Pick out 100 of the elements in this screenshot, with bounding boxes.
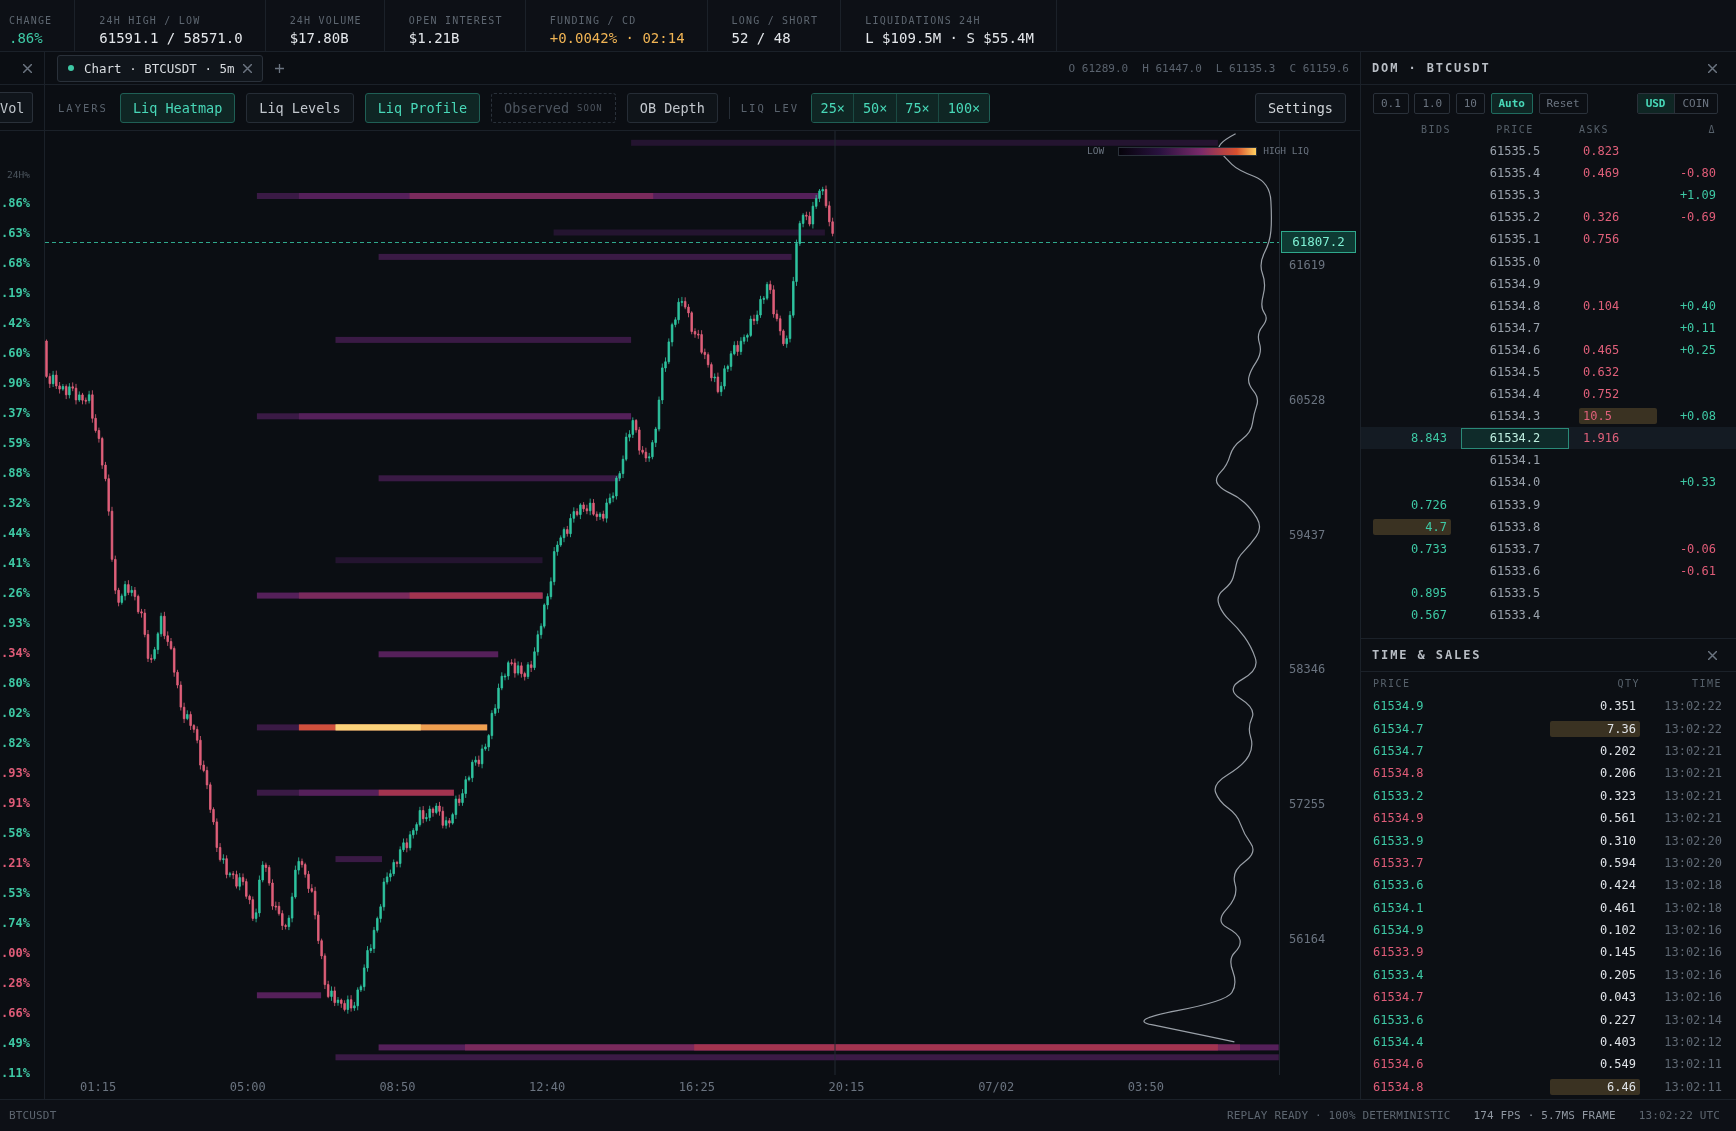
price-level[interactable]: 61533.9 [1489,496,1541,513]
trade-price: 61534.6 [1373,1056,1424,1073]
close-icon[interactable] [242,63,252,73]
change-axis-label: .90% [1,375,30,391]
price-level[interactable]: 61534.0 [1489,474,1541,491]
ask-size: 0.326 [1582,209,1620,226]
price-level[interactable]: 61535.4 [1489,165,1541,182]
delta-value: -0.61 [1679,562,1716,579]
stat-label: OPEN INTEREST [408,14,503,27]
time-axis-label: 01:15 [80,1079,117,1095]
price-level[interactable]: 61534.5 [1489,364,1541,380]
ask-size: 1.916 [1582,430,1620,447]
tick-size-button[interactable]: 10 [1455,93,1485,114]
change-axis-label: .63% [1,225,30,241]
layer-toggle-button[interactable]: Liq Heatmap [119,92,236,123]
close-icon[interactable] [23,63,32,73]
price-level[interactable]: 61534.7 [1489,319,1541,336]
change-axis-label: .42% [1,315,30,331]
trade-time: 13:02:21 [1664,765,1722,782]
stat-value: $1.21B [408,29,460,47]
price-level[interactable]: 61535.5 [1489,143,1541,160]
trade-time: 13:02:18 [1664,899,1722,916]
change-axis-label: .34% [1,645,30,661]
change-axis-label: .59% [1,435,30,451]
volume-toggle-button[interactable]: Vol [0,92,33,123]
trade-price: 61534.7 [1373,720,1424,737]
trade-price: 61534.8 [1373,765,1424,782]
layer-toggle-button[interactable]: OB Depth [626,92,718,123]
trade-quantity: 0.403 [1599,1034,1637,1051]
trade-price: 61534.7 [1373,742,1424,759]
settings-button[interactable]: Settings [1254,92,1346,123]
stat-value: 52 / 48 [731,29,791,47]
status-symbol: BTCUSDT [9,1108,57,1123]
ask-size: 0.632 [1582,364,1620,380]
change-axis-label: .74% [1,915,30,931]
price-level[interactable]: 61533.8 [1489,518,1541,535]
trade-time: 13:02:12 [1664,1034,1722,1051]
layer-toggle-button[interactable]: Liq Profile [364,92,481,123]
price-level[interactable]: 61534.1 [1489,452,1541,469]
column-header: TIME [1691,677,1722,690]
trade-quantity: 0.145 [1599,944,1637,961]
tick-size-button[interactable]: 0.1 [1373,93,1409,114]
ask-size: 0.756 [1582,231,1620,248]
toolbar-label: LAYERS [58,101,108,114]
trade-time: 13:02:16 [1664,922,1722,939]
bid-size: 4.7 [1373,518,1451,535]
bid-size: 0.567 [1410,607,1448,623]
time-axis-label: 12:40 [529,1079,566,1095]
plus-icon[interactable] [274,63,284,73]
price-level[interactable]: 61534.2 [1461,427,1569,449]
price-level[interactable]: 61534.3 [1489,408,1541,425]
unit-toggle-button[interactable]: COIN [1674,94,1717,113]
price-level[interactable]: 61534.4 [1489,386,1541,403]
trade-quantity: 0.561 [1599,810,1637,827]
price-level[interactable]: 61535.1 [1489,231,1541,248]
time-axis-label: 16:25 [678,1079,715,1095]
price-level[interactable]: 61533.5 [1489,584,1541,601]
change-axis-label: .02% [1,705,30,721]
layer-toggle-button[interactable]: Liq Levels [246,92,354,123]
time-axis-label: 20:15 [828,1079,865,1095]
close-icon[interactable] [1708,650,1717,660]
change-axis-label: .37% [1,405,30,421]
tick-size-button[interactable]: 1.0 [1414,93,1451,114]
unit-toggle-button[interactable]: USD [1637,94,1675,113]
trade-price: 61534.1 [1373,899,1424,916]
stat-value: L $109.5M · S $55.4M [865,29,1034,47]
column-header: PRICE [1496,122,1534,136]
leverage-toggle-button[interactable]: 75× [896,93,940,122]
change-axis-label: .21% [1,855,30,871]
price-axis-label: 59437 [1289,526,1326,544]
ask-size: 0.752 [1582,386,1620,403]
leverage-toggle-button[interactable]: 50× [854,93,897,122]
price-level[interactable]: 61535.3 [1489,187,1541,204]
price-level[interactable]: 61534.9 [1489,275,1541,292]
leverage-toggle-button[interactable]: 100× [939,93,989,122]
chart-tab[interactable]: Chart · BTCUSDT · 5m [57,54,263,82]
stat-label: FUNDING / CD [549,14,637,27]
change-axis-label: .53% [1,885,30,901]
tick-size-button[interactable]: Auto [1490,93,1533,114]
price-level[interactable]: 61533.4 [1489,607,1541,623]
price-level[interactable]: 61534.6 [1489,341,1541,358]
change-axis-label: .11% [1,1065,30,1081]
stat-label: CHANGE [9,14,53,27]
change-axis-label: .82% [1,735,30,751]
leverage-toggle-button[interactable]: 25× [812,93,855,122]
reset-button[interactable]: Reset [1538,93,1588,114]
trade-quantity: 0.310 [1599,832,1637,849]
trade-price: 61534.9 [1373,922,1424,939]
change-axis-label: .26% [1,585,30,601]
price-level[interactable]: 61534.8 [1489,297,1541,314]
price-axis-label: 60528 [1289,391,1326,409]
price-axis-label: 58346 [1289,661,1326,679]
close-icon[interactable] [1708,63,1717,73]
column-header: BIDS [1420,122,1451,136]
change-axis-label: .93% [1,765,30,781]
price-level[interactable]: 61535.0 [1489,253,1541,270]
trade-quantity: 0.205 [1599,966,1637,983]
price-level[interactable]: 61533.7 [1489,540,1541,557]
price-level[interactable]: 61533.6 [1489,562,1541,579]
price-level[interactable]: 61535.2 [1489,209,1541,226]
